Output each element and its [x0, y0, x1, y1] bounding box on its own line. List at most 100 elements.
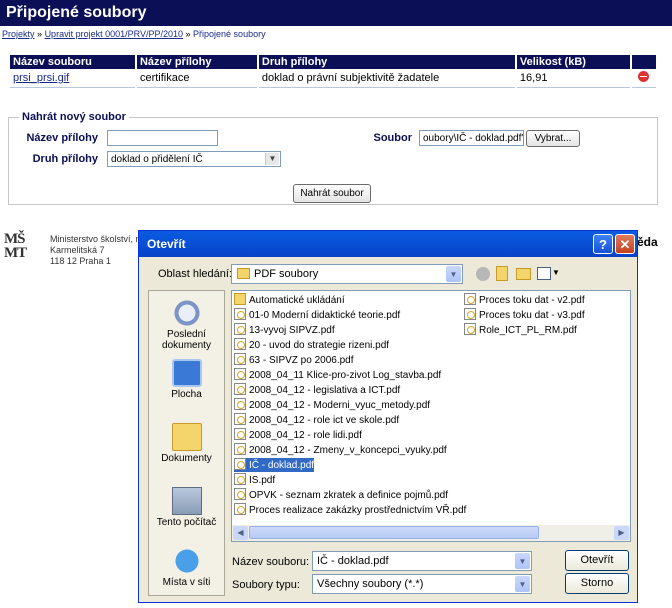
file-name: 20 - uvod do strategie rizeni.pdf	[249, 340, 390, 351]
file-list-item[interactable]: Role_ICT_PL_RM.pdf	[464, 323, 577, 337]
open-file-dialog: Otevřít ? ✕ Oblast hledání: PDF soubory …	[138, 230, 638, 603]
msmt-logo: MŠ MT	[4, 231, 27, 261]
chevron-down-icon: ▼	[265, 153, 279, 165]
file-name: IČ - doklad.pdf	[249, 460, 315, 471]
file-name: 63 - SIPVZ po 2006.pdf	[249, 355, 354, 366]
pdf-file-icon	[234, 488, 246, 500]
file-name: Proces toku dat - v2.pdf	[479, 295, 585, 306]
cancel-button[interactable]: Storno	[565, 573, 629, 594]
file-list-item[interactable]: 20 - uvod do strategie rizeni.pdf	[234, 338, 389, 352]
file-list-item[interactable]: 2008_04_12 - role ict ve skole.pdf	[234, 413, 399, 427]
chevron-down-icon[interactable]: ▼	[515, 553, 530, 569]
attachment-type-select[interactable]: doklad o přidělení IČ ▼	[107, 151, 281, 167]
attachment-name-input[interactable]	[107, 130, 218, 146]
breadcrumb-current: Připojené soubory	[193, 29, 266, 39]
file-list-item[interactable]: Proces realizace zakázky prostřednictvím…	[234, 503, 466, 517]
close-button[interactable]: ✕	[615, 234, 635, 254]
column-header-filename: Název souboru	[10, 55, 135, 69]
pdf-file-icon	[234, 308, 246, 320]
file-list-item[interactable]: 2008_04_12 - Moderni_vyuc_metody.pdf	[234, 398, 430, 412]
pdf-file-icon	[234, 383, 246, 395]
folder-icon	[234, 293, 246, 305]
chevron-down-icon: ▼	[446, 266, 461, 282]
column-header-size: Velikost (kB)	[516, 55, 630, 69]
look-in-label: Oblast hledání:	[158, 268, 232, 280]
footer-right-text: ěda	[637, 235, 658, 249]
place-my-computer[interactable]: Tento počítač	[149, 487, 224, 528]
file-name: Proces realizace zakázky prostřednictvím…	[249, 505, 467, 516]
attached-files-table: Název souboru Název přílohy Druh přílohy…	[8, 55, 658, 88]
column-header-actions	[631, 55, 656, 69]
place-network[interactable]: Místa v síti	[149, 547, 224, 588]
upload-legend: Nahrát nový soubor	[22, 111, 126, 123]
file-list-item[interactable]: 01-0 Moderní didaktické teorie.pdf	[234, 308, 400, 322]
table-row: prsi_prsi.gif certifikace doklad o právn…	[10, 69, 656, 88]
network-globe-icon	[171, 547, 202, 575]
chevron-down-icon[interactable]: ▼	[552, 268, 560, 277]
view-menu-icon[interactable]	[537, 267, 551, 280]
file-name: 2008_04_12 - legislativa a ICT.pdf	[249, 385, 401, 396]
file-list-item[interactable]: 2008_04_12 - legislativa a ICT.pdf	[234, 383, 400, 397]
file-link[interactable]: prsi_prsi.gif	[13, 72, 69, 84]
horizontal-scrollbar[interactable]: ◀ ▶	[232, 525, 630, 541]
pdf-file-icon	[234, 503, 246, 515]
page-title: Připojené soubory	[6, 4, 147, 21]
place-recent-documents[interactable]: Poslední dokumenty	[149, 299, 224, 351]
filetype-select[interactable]: Všechny soubory (*.*) ▼	[312, 574, 532, 594]
file-list-item[interactable]: 2008_04_12 - role lidi.pdf	[234, 428, 362, 442]
breadcrumb: Projekty » Upravit projekt 0001/PRV/PP/2…	[2, 29, 266, 39]
recent-documents-icon	[171, 299, 202, 327]
file-list-item[interactable]: IČ - doklad.pdf	[234, 458, 315, 472]
upload-submit-button[interactable]: Nahrát soubor	[293, 184, 371, 203]
file-name: Role_ICT_PL_RM.pdf	[479, 325, 577, 336]
pdf-file-icon	[234, 428, 246, 440]
file-path-input[interactable]: oubory\IČ - doklad.pdf"	[419, 130, 524, 146]
file-size: 16,91	[516, 69, 630, 88]
file-name: 2008_04_12 - Zmeny_v_koncepci_vyuky.pdf	[249, 445, 447, 456]
folder-icon	[237, 268, 250, 279]
file-name: OPVK - seznam zkratek a definice pojmů.p…	[249, 490, 448, 501]
pdf-file-icon	[234, 338, 246, 350]
attachment-type: doklad o právní subjektivitě žadatele	[258, 69, 515, 88]
file-name: 2008_04_12 - Moderni_vyuc_metody.pdf	[249, 400, 431, 411]
file-list-item[interactable]: IS.pdf	[234, 473, 275, 487]
help-button[interactable]: ?	[593, 234, 613, 254]
pdf-file-icon	[234, 353, 246, 365]
place-documents[interactable]: Dokumenty	[149, 423, 224, 464]
scroll-right-icon[interactable]: ▶	[614, 526, 629, 540]
places-bar: Poslední dokumenty Plocha Dokumenty Tent…	[148, 290, 225, 596]
pdf-file-icon	[234, 443, 246, 455]
scrollbar-thumb[interactable]	[249, 526, 539, 539]
file-list: ◀ ▶ Automatické ukládání 01-0 Moderní did…	[231, 290, 631, 542]
file-list-item[interactable]: 2008_04_12 - Zmeny_v_koncepci_vyuky.pdf	[234, 443, 447, 457]
filename-label: Název souboru:	[232, 556, 310, 568]
column-header-attachment-type: Druh přílohy	[258, 55, 515, 69]
delete-icon[interactable]	[638, 71, 650, 82]
file-list-item[interactable]: Automatické ukládání	[234, 293, 345, 307]
file-list-item[interactable]: Proces toku dat - v3.pdf	[464, 308, 585, 322]
new-folder-icon[interactable]	[516, 268, 531, 280]
breadcrumb-link-projects[interactable]: Projekty	[2, 29, 35, 39]
browse-button[interactable]: Vybrat...	[526, 130, 580, 147]
open-button[interactable]: Otevřít	[565, 550, 629, 571]
column-header-attachment-name: Název přílohy	[136, 55, 257, 69]
chevron-down-icon[interactable]: ▼	[515, 576, 530, 592]
back-icon[interactable]	[476, 267, 490, 281]
file-list-item[interactable]: 63 - SIPVZ po 2006.pdf	[234, 353, 354, 367]
look-in-select[interactable]: PDF soubory ▼	[231, 264, 463, 284]
pdf-file-icon	[234, 458, 246, 470]
breadcrumb-link-edit-project[interactable]: Upravit projekt 0001/PRV/PP/2010	[45, 29, 183, 39]
attachment-type-label: Druh přílohy	[32, 153, 98, 165]
place-desktop[interactable]: Plocha	[149, 359, 224, 400]
up-folder-icon[interactable]	[496, 266, 508, 281]
footer-address: Ministerstvo školství, m Karmelitská 7 1…	[50, 234, 144, 266]
file-list-item[interactable]: 2008_04_11 Klice-pro-zivot Log_stavba.pd…	[234, 368, 441, 382]
attachment-name: certifikace	[136, 69, 257, 88]
dialog-titlebar[interactable]: Otevřít ? ✕	[139, 231, 637, 257]
file-list-item[interactable]: Proces toku dat - v2.pdf	[464, 293, 585, 307]
file-name: Proces toku dat - v3.pdf	[479, 310, 585, 321]
scroll-left-icon[interactable]: ◀	[233, 526, 248, 540]
file-list-item[interactable]: 13-vyvoj SIPVZ.pdf	[234, 323, 335, 337]
filename-input[interactable]: IČ - doklad.pdf ▼	[312, 551, 532, 571]
file-list-item[interactable]: OPVK - seznam zkratek a definice pojmů.p…	[234, 488, 448, 502]
